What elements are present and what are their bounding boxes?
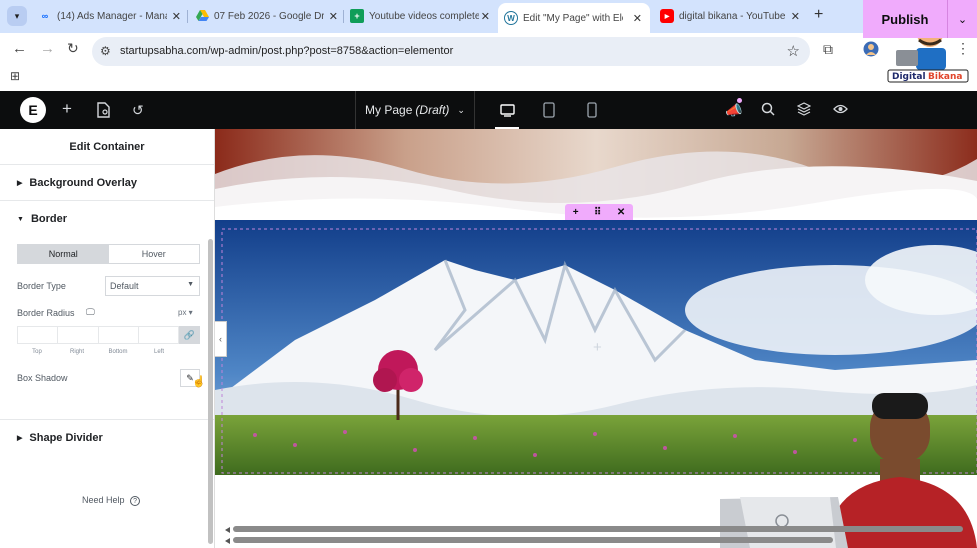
tab-ads-manager[interactable]: ∞ (14) Ads Manager - Mana ✕: [38, 5, 183, 27]
new-tab-button[interactable]: +: [814, 6, 823, 24]
reload-icon[interactable]: ↻: [67, 40, 79, 57]
help-circle-icon: ?: [130, 496, 141, 506]
notification-dot: [737, 98, 742, 103]
radius-left-input[interactable]: [139, 327, 178, 343]
publish-options-chevron-icon[interactable]: ⌄: [947, 0, 977, 38]
mobile-view-icon[interactable]: [572, 91, 612, 129]
wordpress-icon: W: [504, 11, 518, 25]
collapse-panel-chevron-icon[interactable]: ‹: [215, 321, 227, 357]
border-radius-label: Border Radius: [17, 308, 75, 318]
box-shadow-label: Box Shadow: [17, 373, 68, 383]
mouse-pointer-icon: ☝: [192, 376, 206, 388]
radius-right-input[interactable]: [58, 327, 99, 343]
caret-right-icon: ▶: [17, 179, 23, 187]
add-element-icon[interactable]: +: [62, 99, 72, 119]
tab-normal[interactable]: Normal: [18, 245, 109, 263]
desktop-view-icon[interactable]: [487, 91, 527, 129]
tab-google-drive[interactable]: 07 Feb 2026 - Google Dr ✕: [195, 5, 340, 27]
border-radius-inputs: [17, 326, 179, 344]
google-sheets-icon: +: [350, 9, 364, 23]
drag-handle-icon[interactable]: ⠿: [594, 207, 601, 218]
structure-layers-icon[interactable]: [796, 102, 812, 119]
page-settings-icon[interactable]: [96, 102, 110, 121]
address-bar[interactable]: ⚙ startupsabha.com/wp-admin/post.php?pos…: [92, 37, 810, 66]
tab-youtube-sheet[interactable]: + Youtube videos complete ✕: [350, 5, 492, 27]
close-tab-icon[interactable]: ✕: [633, 12, 642, 25]
caret-down-icon: ▼: [17, 215, 24, 223]
dim-label-bottom: Bottom: [108, 349, 128, 355]
forward-arrow-icon[interactable]: →: [40, 40, 55, 57]
dim-label-top: Top: [32, 349, 42, 355]
add-element-plus-icon[interactable]: +: [593, 339, 602, 356]
document-title-menu[interactable]: My Page (Draft) ⌄: [355, 91, 475, 129]
border-type-label: Border Type: [17, 281, 66, 291]
apps-grid-icon[interactable]: ⊞: [10, 69, 20, 83]
delete-container-icon[interactable]: ✕: [617, 207, 625, 218]
browser-menu-icon[interactable]: ⋮: [956, 40, 970, 57]
search-icon[interactable]: [761, 102, 775, 119]
tab-elementor-edit[interactable]: W Edit "My Page" with Elem ✕: [498, 3, 650, 33]
profile-avatar-icon[interactable]: [863, 41, 879, 60]
meta-icon: ∞: [41, 11, 49, 21]
svg-text:Digital: Digital: [892, 72, 926, 82]
browser-toolbar: ← → ↻ ⚙ startupsabha.com/wp-admin/post.p…: [0, 33, 977, 91]
link-values-icon[interactable]: 🔗: [179, 326, 200, 344]
svg-text:Bikana: Bikana: [928, 72, 962, 82]
tab-hover[interactable]: Hover: [109, 245, 200, 263]
panel-title: Edit Container: [0, 129, 214, 165]
close-tab-icon[interactable]: ✕: [791, 10, 800, 23]
whats-new-megaphone-icon[interactable]: 📣: [725, 102, 742, 119]
section-background-overlay[interactable]: ▶ Background Overlay: [0, 165, 214, 201]
browser-tab-bar: ▾ ∞ (14) Ads Manager - Mana ✕ 07 Feb 202…: [0, 0, 977, 33]
radius-bottom-input[interactable]: [99, 327, 139, 343]
history-icon[interactable]: ↺: [132, 102, 144, 119]
elementor-top-bar: E + ↺ My Page (Draft) ⌄ 📣: [0, 91, 977, 129]
google-drive-icon: [195, 9, 209, 23]
edit-panel: Edit Container ▶ Background Overlay ▼ Bo…: [0, 129, 215, 548]
responsive-desktop-icon[interactable]: 🖵: [86, 307, 95, 318]
tab-search-button[interactable]: ▾: [7, 6, 27, 26]
dim-label-left: Left: [153, 349, 164, 355]
tab-divider: [343, 10, 344, 23]
close-tab-icon[interactable]: ✕: [329, 10, 338, 23]
publish-button[interactable]: Publish: [863, 0, 947, 38]
panel-scrollbar[interactable]: [208, 239, 213, 544]
dim-label-right: Right: [69, 349, 84, 355]
select-arrow-icon: ▼: [187, 281, 194, 288]
add-container-icon[interactable]: +: [573, 207, 579, 218]
section-shape-divider[interactable]: ▶ Shape Divider: [0, 419, 214, 455]
url-text[interactable]: startupsabha.com/wp-admin/post.php?post=…: [120, 45, 453, 57]
close-tab-icon[interactable]: ✕: [481, 10, 490, 23]
container-handle[interactable]: + ⠿ ✕: [565, 204, 633, 220]
close-tab-icon[interactable]: ✕: [172, 10, 181, 23]
elementor-logo-icon[interactable]: E: [20, 97, 46, 123]
back-arrow-icon[interactable]: ←: [12, 40, 27, 57]
tab-divider: [187, 10, 188, 23]
tablet-view-icon[interactable]: [529, 91, 569, 129]
tab-youtube[interactable]: ▶ digital bikana - YouTube ✕: [660, 5, 802, 27]
site-settings-icon[interactable]: ⚙: [100, 44, 111, 58]
section-border[interactable]: ▼ Border: [0, 201, 214, 237]
caret-right-icon: ▶: [17, 434, 23, 442]
chevron-down-icon: ⌄: [457, 104, 465, 115]
editor-canvas: + ⠿ ✕ + ‹: [215, 129, 977, 548]
need-help-link[interactable]: Need Help ?: [82, 495, 141, 506]
border-type-select[interactable]: Default ▼: [105, 276, 200, 296]
canvas-horizontal-scrollbar[interactable]: [225, 525, 970, 547]
preview-eye-icon[interactable]: [833, 102, 848, 118]
youtube-icon: ▶: [660, 9, 674, 23]
extensions-icon[interactable]: ⧉: [823, 41, 833, 58]
state-tabs: Normal Hover: [17, 244, 200, 264]
unit-select[interactable]: px ▾: [178, 308, 193, 317]
bookmark-star-icon[interactable]: ☆: [787, 42, 800, 60]
radius-top-input[interactable]: [18, 327, 59, 343]
